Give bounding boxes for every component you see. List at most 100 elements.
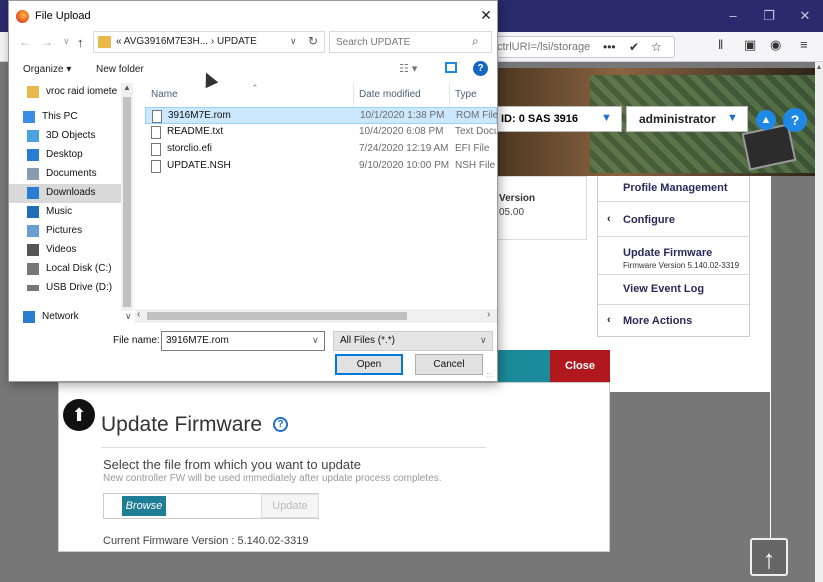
scroll-left-arrow-icon[interactable]: ‹ (137, 309, 140, 320)
column-header-name[interactable]: Name (151, 89, 178, 100)
scroll-right-arrow-icon[interactable]: › (487, 309, 490, 320)
usb-drive-icon (27, 285, 39, 291)
horizontal-scroll-thumb[interactable] (147, 312, 407, 320)
file-list: Name ⌃ Date modified Type 3916M7E.rom 10… (135, 83, 498, 311)
help-icon[interactable]: ? (473, 61, 488, 76)
scroll-up-arrow-icon[interactable]: ▲ (123, 83, 131, 92)
menu-item-profile-management[interactable]: Profile Management (598, 176, 750, 202)
file-type: Text Docu (455, 126, 497, 137)
sidebar-icon[interactable]: ▣ (744, 37, 756, 53)
scroll-to-top-button[interactable]: ↑ (750, 538, 788, 576)
picture-icon (27, 225, 39, 237)
file-type-value: All Files (*.*) (340, 335, 396, 346)
browse-button[interactable]: Browse (122, 496, 166, 516)
column-header-date[interactable]: Date modified (359, 89, 421, 100)
panel-title: Update Firmware (101, 413, 263, 436)
update-button[interactable]: Update (261, 494, 319, 518)
search-input[interactable]: Search UPDATE ⌕ (329, 31, 492, 53)
nav-item-desktop[interactable]: Desktop (9, 146, 131, 165)
nav-item-videos[interactable]: Videos (9, 241, 131, 260)
current-firmware-version: Current Firmware Version : 5.140.02-3319 (103, 535, 309, 547)
file-name: UPDATE.NSH (167, 160, 231, 171)
nav-item-music[interactable]: Music (9, 203, 131, 222)
menu-icon[interactable]: ≡ (800, 37, 808, 52)
file-name-field[interactable]: 3916M7E.rom ∨ (161, 331, 325, 351)
menu-item-configure[interactable]: ‹ Configure (598, 202, 750, 237)
nav-item-downloads[interactable]: Downloads (9, 184, 131, 203)
nav-item-pictures[interactable]: Pictures (9, 222, 131, 241)
cancel-button[interactable]: Cancel (415, 354, 483, 375)
notification-bell-icon[interactable]: ▲ (756, 110, 776, 130)
restore-window-button[interactable]: ❐ (758, 6, 780, 26)
nav-item-usb-drive[interactable]: USB Drive (D:) (9, 279, 131, 298)
sort-ascending-icon: ⌃ (251, 83, 259, 93)
search-icon: ⌕ (472, 34, 479, 48)
menu-item-more-actions[interactable]: ‹ More Actions (598, 305, 750, 337)
organize-button[interactable]: Organize ▾ (23, 64, 71, 75)
pocket-icon[interactable]: ✔ (629, 40, 639, 54)
file-list-horizontal-scrollbar[interactable]: ‹ › (135, 309, 497, 323)
nav-item-local-disk[interactable]: Local Disk (C:) (9, 260, 131, 279)
change-view-icon[interactable]: ☷ ▾ (399, 62, 417, 75)
library-icon[interactable]: ‖ (718, 37, 723, 52)
up-arrow-icon[interactable]: ↑ (77, 35, 84, 50)
column-header-type[interactable]: Type (455, 89, 477, 100)
nav-item-network[interactable]: Network (9, 308, 131, 327)
nav-item-3d-objects[interactable]: 3D Objects (9, 127, 131, 146)
help-icon[interactable]: ? (783, 108, 807, 132)
minimize-window-button[interactable]: – (722, 6, 744, 26)
more-actions-icon[interactable]: ••• (603, 40, 616, 54)
nav-item-label: Videos (46, 244, 77, 255)
file-type: ROM File (456, 110, 498, 121)
nav-item-this-pc[interactable]: This PC (9, 108, 131, 127)
version-value: 05.00 (499, 207, 525, 218)
file-row[interactable]: 3916M7E.rom 10/1/2020 1:38 PM ROM File (145, 107, 498, 124)
menu-item-view-event-log[interactable]: View Event Log (598, 275, 750, 305)
computer-icon (23, 111, 35, 123)
controller-select[interactable]: ID: 0 SAS 3916 ▼ (490, 106, 622, 132)
new-folder-button[interactable]: New folder (96, 64, 144, 75)
menu-item-label: View Event Log (623, 283, 705, 295)
file-row[interactable]: UPDATE.NSH 9/10/2020 10:00 PM NSH File (145, 158, 497, 175)
file-name: 3916M7E.rom (168, 110, 231, 121)
chevron-down-icon[interactable]: ∨ (312, 335, 319, 346)
close-window-button[interactable]: ✕ (794, 6, 816, 26)
file-date: 7/24/2020 12:19 AM (359, 143, 449, 154)
scroll-up-arrow-icon[interactable]: ▲ (815, 64, 823, 72)
file-row[interactable]: storclio.efi 7/24/2020 12:19 AM EFI File (145, 141, 497, 158)
nav-item-label: vroc raid iomete (46, 86, 118, 97)
file-type-select[interactable]: All Files (*.*) ∨ (333, 331, 493, 351)
open-button[interactable]: Open (335, 354, 403, 375)
page-scrollbar[interactable] (815, 62, 823, 582)
user-name: administrator (639, 112, 716, 126)
chevron-down-icon[interactable]: ∨ (125, 311, 132, 322)
menu-item-update-firmware[interactable]: Update Firmware Firmware Version 5.140.0… (598, 237, 750, 275)
nav-item-label: Local Disk (C:) (46, 263, 112, 274)
user-menu[interactable]: administrator ▼ (626, 106, 748, 132)
chevron-down-icon: ▼ (727, 112, 738, 124)
nav-item-vroc-raid[interactable]: vroc raid iomete (9, 83, 131, 102)
side-menu: Profile Management ‹ Configure Update Fi… (597, 176, 750, 337)
url-bar[interactable]: ctrlURI=/lsi/storage ••• ✔ ☆ (490, 36, 675, 58)
close-button[interactable]: Close (550, 350, 610, 382)
chevron-down-icon[interactable]: ∨ (290, 36, 297, 47)
help-icon[interactable]: ? (273, 417, 288, 432)
menu-item-label: Configure (623, 214, 675, 226)
dialog-close-button[interactable]: ✕ (477, 6, 495, 24)
bookmark-star-icon[interactable]: ☆ (651, 40, 662, 54)
file-type: EFI File (455, 143, 490, 154)
command-bar: Organize ▾ New folder ☷ ▾ ? (9, 57, 497, 83)
forward-arrow-icon[interactable]: → (41, 35, 53, 49)
file-row[interactable]: README.txt 10/4/2020 6:08 PM Text Docu (145, 124, 497, 141)
resize-grip-icon[interactable]: ∷ (487, 371, 492, 380)
preview-pane-icon[interactable] (445, 62, 457, 73)
back-arrow-icon[interactable]: ← (19, 35, 31, 49)
nav-pane-scroll-thumb[interactable] (123, 97, 131, 307)
nav-item-documents[interactable]: Documents (9, 165, 131, 184)
version-label: Version (499, 193, 536, 204)
navigation-pane: vroc raid iomete This PC 3D Objects Desk… (9, 83, 135, 311)
account-icon[interactable]: ◉ (770, 37, 781, 53)
refresh-icon[interactable]: ↻ (308, 34, 318, 48)
address-bar[interactable]: « AVG3916M7E3H... › UPDATE ∨ ↻ (93, 31, 325, 53)
recent-locations-icon[interactable]: ∨ (63, 36, 70, 47)
